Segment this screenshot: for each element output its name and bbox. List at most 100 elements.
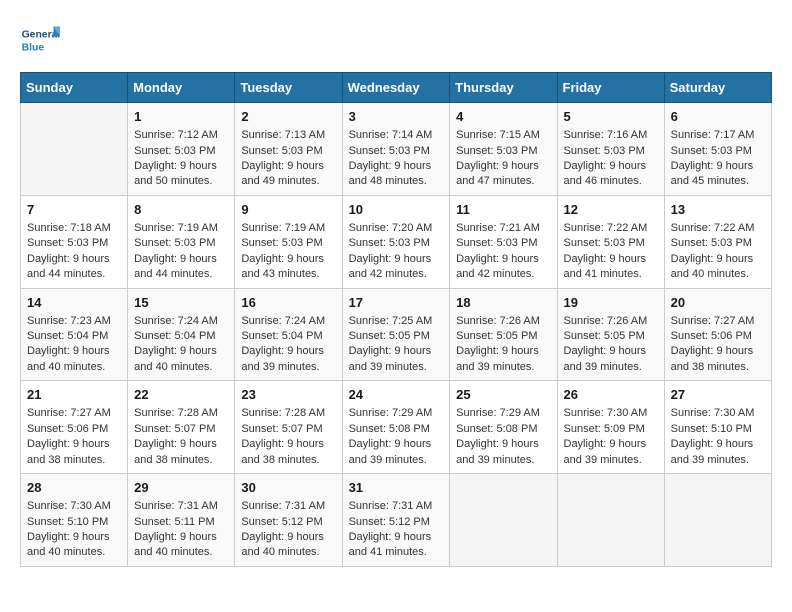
day-number: 3 xyxy=(349,108,444,126)
calendar-cell: 4Sunrise: 7:15 AM Sunset: 5:03 PM Daylig… xyxy=(450,103,557,196)
column-header-wednesday: Wednesday xyxy=(342,73,450,103)
day-info: Sunrise: 7:26 AM Sunset: 5:05 PM Dayligh… xyxy=(456,314,550,376)
day-info: Sunrise: 7:14 AM Sunset: 5:03 PM Dayligh… xyxy=(349,128,444,190)
day-info: Sunrise: 7:31 AM Sunset: 5:12 PM Dayligh… xyxy=(241,499,335,561)
day-info: Sunrise: 7:24 AM Sunset: 5:04 PM Dayligh… xyxy=(241,314,335,376)
day-number: 29 xyxy=(134,479,228,497)
day-number: 2 xyxy=(241,108,335,126)
calendar-cell: 17 Sunrise: 7:25 AM Sunset: 5:05 PM Dayli… xyxy=(342,288,450,381)
column-header-saturday: Saturday xyxy=(664,73,771,103)
day-number: 13 xyxy=(671,201,765,219)
calendar-cell xyxy=(21,103,128,196)
calendar-cell: 8 Sunrise: 7:19 AM Sunset: 5:03 PM Daylig… xyxy=(128,195,235,288)
calendar-body: 1 Sunrise: 7:12 AM Sunset: 5:03 PM Daylig… xyxy=(21,103,772,567)
day-number: 5 xyxy=(564,108,658,126)
day-info: Sunrise: 7:30 AM Sunset: 5:10 PM Dayligh… xyxy=(27,499,121,561)
calendar-cell xyxy=(450,474,557,567)
calendar-cell: 10Sunrise: 7:20 AM Sunset: 5:03 PM Dayli… xyxy=(342,195,450,288)
day-info: Sunrise: 7:27 AM Sunset: 5:06 PM Dayligh… xyxy=(671,314,765,376)
calendar-cell: 18 Sunrise: 7:26 AM Sunset: 5:05 PM Dayli… xyxy=(450,288,557,381)
day-number: 19 xyxy=(564,294,658,312)
day-info: Sunrise: 7:28 AM Sunset: 5:07 PM Dayligh… xyxy=(241,406,335,468)
calendar-week-row: 21 Sunrise: 7:27 AM Sunset: 5:06 PM Dayli… xyxy=(21,381,772,474)
day-info: Sunrise: 7:26 AM Sunset: 5:05 PM Dayligh… xyxy=(564,314,658,376)
column-header-tuesday: Tuesday xyxy=(235,73,342,103)
calendar-cell: 31 Sunrise: 7:31 AM Sunset: 5:12 PM Dayli… xyxy=(342,474,450,567)
day-number: 30 xyxy=(241,479,335,497)
day-info: Sunrise: 7:18 AM Sunset: 5:03 PM Dayligh… xyxy=(27,221,121,283)
day-number: 9 xyxy=(241,201,335,219)
calendar-cell: 29 Sunrise: 7:31 AM Sunset: 5:11 PM Dayli… xyxy=(128,474,235,567)
column-header-thursday: Thursday xyxy=(450,73,557,103)
day-number: 8 xyxy=(134,201,228,219)
day-number: 4 xyxy=(456,108,550,126)
calendar-cell: 27Sunrise: 7:30 AM Sunset: 5:10 PM Dayli… xyxy=(664,381,771,474)
calendar-cell: 26 Sunrise: 7:30 AM Sunset: 5:09 PM Dayli… xyxy=(557,381,664,474)
calendar-week-row: 14Sunrise: 7:23 AM Sunset: 5:04 PM Dayli… xyxy=(21,288,772,381)
day-number: 22 xyxy=(134,386,228,404)
calendar-cell: 23Sunrise: 7:28 AM Sunset: 5:07 PM Dayli… xyxy=(235,381,342,474)
day-info: Sunrise: 7:19 AM Sunset: 5:03 PM Dayligh… xyxy=(134,221,228,283)
calendar-cell: 24 Sunrise: 7:29 AM Sunset: 5:08 PM Dayli… xyxy=(342,381,450,474)
day-info: Sunrise: 7:30 AM Sunset: 5:09 PM Dayligh… xyxy=(564,406,658,468)
day-number: 20 xyxy=(671,294,765,312)
calendar-week-row: 7 Sunrise: 7:18 AM Sunset: 5:03 PM Daylig… xyxy=(21,195,772,288)
day-info: Sunrise: 7:25 AM Sunset: 5:05 PM Dayligh… xyxy=(349,314,444,376)
day-info: Sunrise: 7:23 AM Sunset: 5:04 PM Dayligh… xyxy=(27,314,121,376)
day-number: 11 xyxy=(456,201,550,219)
calendar-cell: 25Sunrise: 7:29 AM Sunset: 5:08 PM Dayli… xyxy=(450,381,557,474)
day-info: Sunrise: 7:31 AM Sunset: 5:12 PM Dayligh… xyxy=(349,499,444,561)
day-info: Sunrise: 7:21 AM Sunset: 5:03 PM Dayligh… xyxy=(456,221,550,283)
column-header-friday: Friday xyxy=(557,73,664,103)
day-number: 28 xyxy=(27,479,121,497)
day-info: Sunrise: 7:17 AM Sunset: 5:03 PM Dayligh… xyxy=(671,128,765,190)
calendar-cell: 3 Sunrise: 7:14 AM Sunset: 5:03 PM Daylig… xyxy=(342,103,450,196)
day-info: Sunrise: 7:12 AM Sunset: 5:03 PM Dayligh… xyxy=(134,128,228,190)
calendar-cell: 6 Sunrise: 7:17 AM Sunset: 5:03 PM Daylig… xyxy=(664,103,771,196)
calendar-table: SundayMondayTuesdayWednesdayThursdayFrid… xyxy=(20,72,772,567)
day-info: Sunrise: 7:19 AM Sunset: 5:03 PM Dayligh… xyxy=(241,221,335,283)
day-info: Sunrise: 7:29 AM Sunset: 5:08 PM Dayligh… xyxy=(349,406,444,468)
day-number: 7 xyxy=(27,201,121,219)
day-number: 25 xyxy=(456,386,550,404)
page-header: General Blue xyxy=(20,20,772,60)
calendar-cell: 19 Sunrise: 7:26 AM Sunset: 5:05 PM Dayli… xyxy=(557,288,664,381)
day-number: 27 xyxy=(671,386,765,404)
calendar-week-row: 1 Sunrise: 7:12 AM Sunset: 5:03 PM Daylig… xyxy=(21,103,772,196)
day-info: Sunrise: 7:28 AM Sunset: 5:07 PM Dayligh… xyxy=(134,406,228,468)
day-number: 21 xyxy=(27,386,121,404)
day-number: 31 xyxy=(349,479,444,497)
day-number: 1 xyxy=(134,108,228,126)
calendar-cell: 5 Sunrise: 7:16 AM Sunset: 5:03 PM Daylig… xyxy=(557,103,664,196)
svg-text:Blue: Blue xyxy=(22,42,45,53)
calendar-cell: 16 Sunrise: 7:24 AM Sunset: 5:04 PM Dayli… xyxy=(235,288,342,381)
column-header-monday: Monday xyxy=(128,73,235,103)
logo: General Blue xyxy=(20,20,64,60)
calendar-cell: 30 Sunrise: 7:31 AM Sunset: 5:12 PM Dayli… xyxy=(235,474,342,567)
day-info: Sunrise: 7:31 AM Sunset: 5:11 PM Dayligh… xyxy=(134,499,228,561)
calendar-cell: 15Sunrise: 7:24 AM Sunset: 5:04 PM Dayli… xyxy=(128,288,235,381)
day-info: Sunrise: 7:22 AM Sunset: 5:03 PM Dayligh… xyxy=(671,221,765,283)
calendar-cell xyxy=(664,474,771,567)
day-number: 16 xyxy=(241,294,335,312)
day-info: Sunrise: 7:16 AM Sunset: 5:03 PM Dayligh… xyxy=(564,128,658,190)
calendar-cell: 20 Sunrise: 7:27 AM Sunset: 5:06 PM Dayli… xyxy=(664,288,771,381)
calendar-header-row: SundayMondayTuesdayWednesdayThursdayFrid… xyxy=(21,73,772,103)
calendar-header: SundayMondayTuesdayWednesdayThursdayFrid… xyxy=(21,73,772,103)
day-info: Sunrise: 7:13 AM Sunset: 5:03 PM Dayligh… xyxy=(241,128,335,190)
day-number: 26 xyxy=(564,386,658,404)
day-info: Sunrise: 7:24 AM Sunset: 5:04 PM Dayligh… xyxy=(134,314,228,376)
day-number: 17 xyxy=(349,294,444,312)
day-info: Sunrise: 7:22 AM Sunset: 5:03 PM Dayligh… xyxy=(564,221,658,283)
day-number: 18 xyxy=(456,294,550,312)
calendar-cell: 12Sunrise: 7:22 AM Sunset: 5:03 PM Dayli… xyxy=(557,195,664,288)
calendar-cell: 11 Sunrise: 7:21 AM Sunset: 5:03 PM Dayli… xyxy=(450,195,557,288)
day-number: 24 xyxy=(349,386,444,404)
calendar-week-row: 28 Sunrise: 7:30 AM Sunset: 5:10 PM Dayli… xyxy=(21,474,772,567)
day-number: 6 xyxy=(671,108,765,126)
calendar-cell: 22 Sunrise: 7:28 AM Sunset: 5:07 PM Dayli… xyxy=(128,381,235,474)
day-info: Sunrise: 7:27 AM Sunset: 5:06 PM Dayligh… xyxy=(27,406,121,468)
calendar-cell: 1 Sunrise: 7:12 AM Sunset: 5:03 PM Daylig… xyxy=(128,103,235,196)
calendar-cell: 14Sunrise: 7:23 AM Sunset: 5:04 PM Dayli… xyxy=(21,288,128,381)
calendar-cell: 21 Sunrise: 7:27 AM Sunset: 5:06 PM Dayli… xyxy=(21,381,128,474)
